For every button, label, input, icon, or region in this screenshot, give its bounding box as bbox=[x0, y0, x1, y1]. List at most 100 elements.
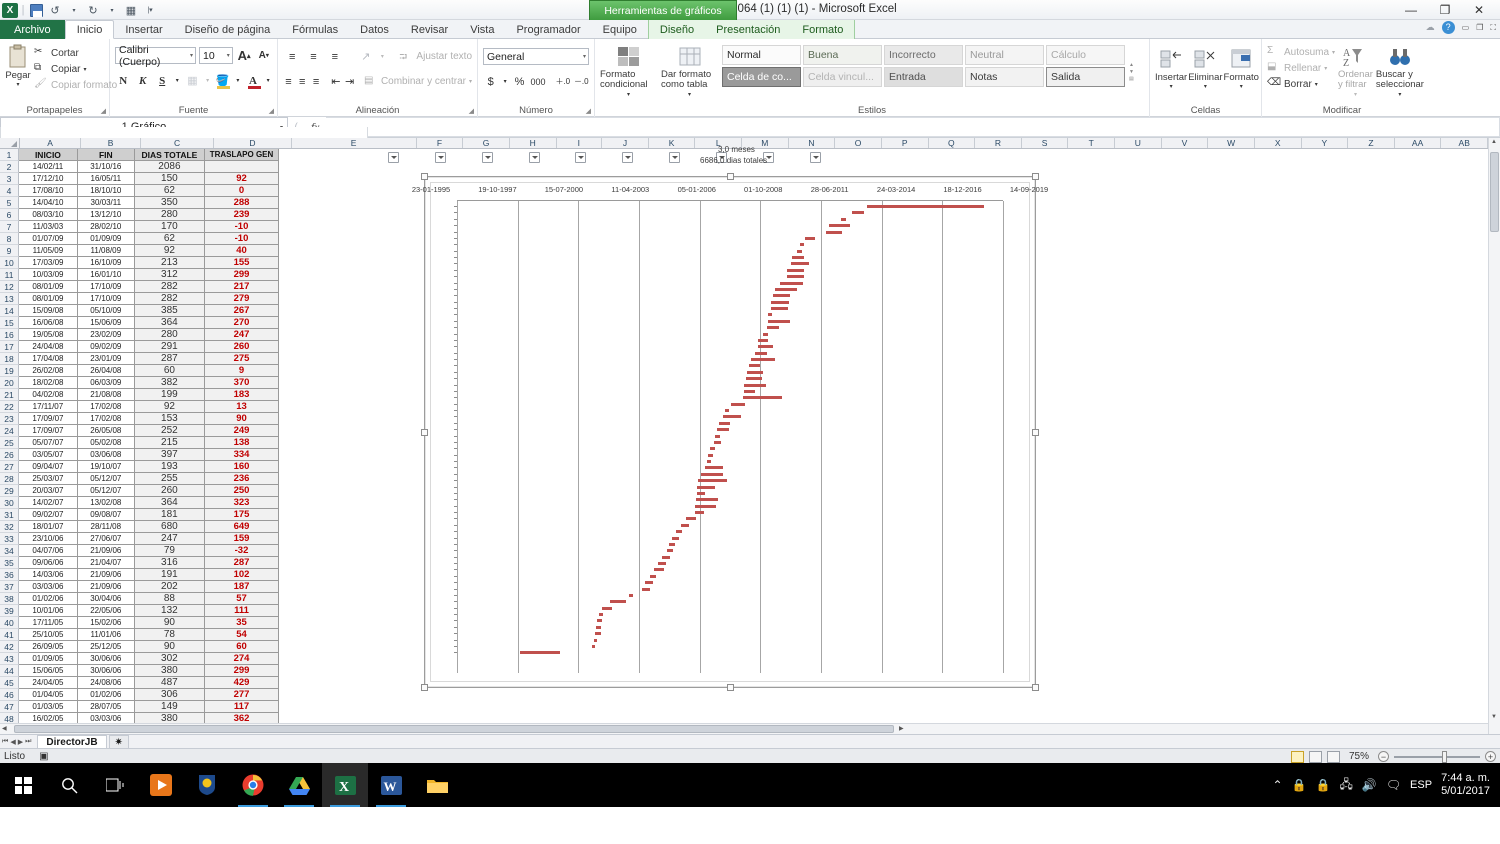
taskbar-drive[interactable] bbox=[276, 763, 322, 807]
cell-inicio[interactable]: 20/03/07 bbox=[19, 485, 78, 497]
cell-traslapo[interactable]: 117 bbox=[205, 701, 279, 713]
action-center-icon[interactable]: 🗨 bbox=[1386, 778, 1401, 792]
cell-traslapo[interactable]: 111 bbox=[205, 605, 279, 617]
align-middle-icon[interactable]: ≡ bbox=[304, 47, 322, 66]
font-color-icon[interactable]: A bbox=[245, 71, 261, 90]
table-row[interactable]: 8 01/07/09 01/09/09 62 -10 bbox=[0, 233, 279, 245]
bold-button[interactable]: N bbox=[115, 71, 131, 90]
cell-traslapo[interactable]: 187 bbox=[205, 581, 279, 593]
cell-traslapo[interactable]: 275 bbox=[205, 353, 279, 365]
column-header-O[interactable]: O bbox=[835, 138, 882, 148]
cell-dias-totales[interactable]: 364 bbox=[134, 497, 205, 509]
cell-dias-totales[interactable]: 92 bbox=[134, 245, 205, 257]
table-row[interactable]: 26 03/05/07 03/06/08 397 334 bbox=[0, 449, 279, 461]
conditional-dropdown-icon[interactable]: ▾ bbox=[627, 90, 630, 100]
column-header-T[interactable]: T bbox=[1068, 138, 1116, 148]
zoom-slider-knob[interactable] bbox=[1442, 750, 1447, 763]
cell-fin[interactable]: 22/05/06 bbox=[77, 605, 135, 617]
row-header[interactable]: 38 bbox=[0, 593, 20, 605]
group-fuente[interactable]: Calibri (Cuerpo) ▾ 10 ▾ A ▴ A ▾ N K S ▾ ▦ … bbox=[110, 39, 278, 117]
chart-bar[interactable] bbox=[706, 460, 712, 464]
alignment-dialog-launcher[interactable]: ◢ bbox=[469, 107, 474, 115]
decrease-indent-icon[interactable]: ⇤ bbox=[330, 72, 341, 91]
cell-traslapo[interactable]: 274 bbox=[205, 653, 279, 665]
chart-bar[interactable] bbox=[708, 453, 714, 457]
row-header[interactable]: 18 bbox=[0, 353, 20, 365]
format-painter-button[interactable]: 🖌 Copiar formato bbox=[34, 78, 117, 92]
chart-plot-container[interactable]: 23-01-1995 19-10-1997 15-07-2000 11-04-2003… bbox=[412, 182, 1048, 682]
cell-dias-totales[interactable]: 215 bbox=[134, 437, 205, 449]
cell-traslapo[interactable]: 57 bbox=[205, 593, 279, 605]
cell-fin[interactable]: 21/08/08 bbox=[77, 389, 135, 401]
row-header[interactable]: 24 bbox=[0, 425, 20, 437]
column-header-B[interactable]: B bbox=[81, 138, 141, 148]
cell-inicio[interactable]: 04/02/08 bbox=[19, 389, 78, 401]
column-header-AA[interactable]: AA bbox=[1394, 138, 1442, 148]
cell-dias-totales[interactable]: 202 bbox=[134, 581, 205, 593]
column-header-P[interactable]: P bbox=[881, 138, 929, 148]
chart-bar[interactable] bbox=[747, 370, 763, 374]
chart-bar[interactable] bbox=[751, 358, 775, 362]
table-row[interactable]: 30 14/02/07 13/02/08 364 323 bbox=[0, 497, 279, 509]
delete-cells-button[interactable]: Eliminar ▾ bbox=[1188, 44, 1223, 90]
autosum-button[interactable]: Σ Autosuma ▾ bbox=[1267, 45, 1335, 59]
chart-bar[interactable] bbox=[851, 211, 864, 215]
chart-bar[interactable] bbox=[592, 645, 595, 648]
table-row[interactable]: 32 18/01/07 28/11/08 680 649 bbox=[0, 521, 279, 533]
number-format-select[interactable]: General ▾ bbox=[483, 48, 589, 65]
cell-dias-totales[interactable]: 193 bbox=[134, 461, 205, 473]
cell-fin[interactable]: 13/02/08 bbox=[77, 497, 135, 509]
ribbon-restore-icon[interactable]: ❐ bbox=[1476, 23, 1483, 32]
cut-button[interactable]: ✂ Cortar bbox=[34, 46, 117, 60]
tab-diseno[interactable]: Diseño bbox=[649, 20, 705, 39]
cell-dias-totales[interactable]: 181 bbox=[134, 509, 205, 521]
status-bar[interactable]: Listo ▣ 75% − + bbox=[0, 748, 1500, 763]
find-dropdown-icon[interactable]: ▾ bbox=[1398, 90, 1401, 100]
chart-bar[interactable] bbox=[695, 511, 704, 515]
row-header[interactable]: 47 bbox=[0, 701, 20, 713]
window-controls[interactable]: — ❐ ✕ bbox=[1394, 0, 1496, 19]
table-row[interactable]: 18 17/04/08 23/01/09 287 275 bbox=[0, 353, 279, 365]
autofilter-J[interactable] bbox=[622, 151, 633, 163]
cell-fin[interactable]: 13/12/10 bbox=[77, 209, 135, 221]
align-center-icon[interactable]: ≡ bbox=[297, 72, 308, 91]
paste-dropdown-icon[interactable]: ▾ bbox=[16, 81, 19, 88]
column-header-A[interactable]: A bbox=[19, 138, 82, 148]
cell-fin[interactable]: 15/06/09 bbox=[77, 317, 135, 329]
zoom-in-button[interactable]: + bbox=[1485, 751, 1496, 762]
row-header[interactable]: 9 bbox=[0, 245, 20, 257]
cell-traslapo[interactable]: 9 bbox=[205, 365, 279, 377]
chart-bar[interactable] bbox=[724, 409, 730, 413]
chart-handle-br[interactable] bbox=[1032, 684, 1039, 691]
cell-dias-totales[interactable]: 62 bbox=[134, 185, 205, 197]
cell-fin[interactable]: 28/02/10 bbox=[77, 221, 135, 233]
cell-traslapo[interactable]: 429 bbox=[205, 677, 279, 689]
table-row[interactable]: 13 08/01/09 17/10/09 282 279 bbox=[0, 293, 279, 305]
column-header-G[interactable]: G bbox=[463, 138, 510, 148]
chart-bar[interactable] bbox=[676, 530, 682, 534]
column-header-Z[interactable]: Z bbox=[1348, 138, 1395, 148]
chart-tools-tab-group[interactable]: Diseño Presentación Formato bbox=[647, 20, 856, 39]
table-row[interactable]: 23 17/09/07 17/02/08 153 90 bbox=[0, 413, 279, 425]
chart-bar[interactable] bbox=[657, 562, 667, 566]
cell-dias-totales[interactable]: 213 bbox=[134, 257, 205, 269]
chart-bar[interactable] bbox=[770, 307, 788, 311]
cell-inicio[interactable]: 17/12/10 bbox=[19, 173, 78, 185]
row-header[interactable]: 32 bbox=[0, 521, 20, 533]
taskbar-excel[interactable]: X bbox=[322, 763, 368, 807]
cell-fin[interactable]: 11/08/09 bbox=[77, 245, 135, 257]
taskbar-explorer[interactable] bbox=[414, 763, 460, 807]
column-header-F[interactable]: F bbox=[416, 138, 464, 148]
styles-scroll-down-icon[interactable]: ▼ bbox=[1129, 69, 1134, 75]
cell-dias-totales[interactable]: 2086 bbox=[134, 161, 205, 173]
chart-bar[interactable] bbox=[709, 447, 716, 451]
style-celda-comprobacion[interactable]: Celda de co... bbox=[722, 67, 801, 87]
row-header[interactable]: 23 bbox=[0, 413, 20, 425]
table-row[interactable]: 21 04/02/08 21/08/08 199 183 bbox=[0, 389, 279, 401]
row-header[interactable]: 31 bbox=[0, 509, 20, 521]
style-calculo[interactable]: Cálculo bbox=[1046, 45, 1125, 65]
row-header[interactable]: 12 bbox=[0, 281, 20, 293]
font-name-input[interactable]: Calibri (Cuerpo) ▾ bbox=[115, 44, 196, 68]
chart-bar[interactable] bbox=[672, 536, 679, 540]
chart-handle-bl[interactable] bbox=[421, 684, 428, 691]
